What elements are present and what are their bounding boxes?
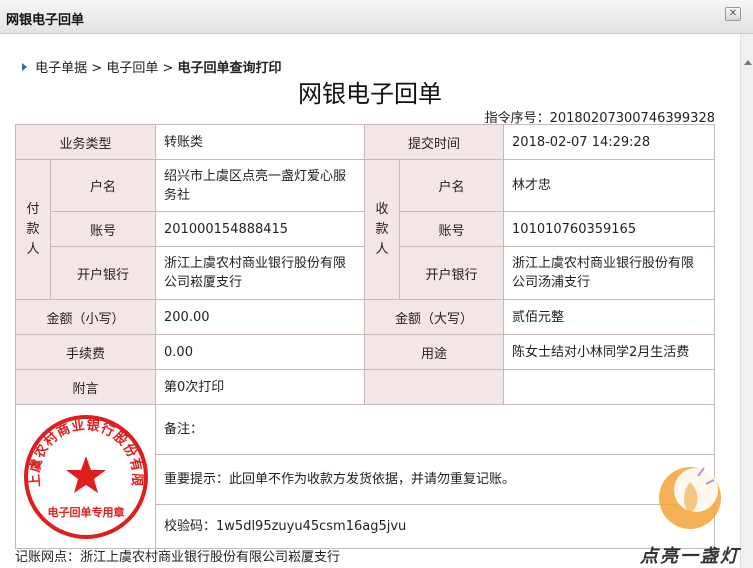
footer-branch: 记账网点：浙江上虞农村商业银行股份有限公司崧厦支行 [15, 550, 341, 565]
window-title: 网银电子回单 [6, 13, 85, 28]
amount-small-label: 金额（小写） [14, 299, 157, 335]
submit-time-value: 2018-02-07 14:29:28 [503, 124, 716, 160]
payee-account-label: 账号 [399, 211, 505, 247]
window-titlebar: 网银电子回单 ✕ [0, 0, 753, 34]
empty-label-cell [364, 369, 505, 405]
fee-value: 0.00 [155, 334, 366, 370]
fee-label: 手续费 [14, 334, 157, 370]
close-icon[interactable]: ✕ [725, 7, 741, 21]
purpose-label: 用途 [364, 334, 505, 370]
payer-bank-value: 浙江上虞农村商业银行股份有限公司崧厦支行 [155, 246, 366, 300]
amount-big-label: 金额（大写） [364, 299, 505, 335]
checksum: 校验码：1w5dl95zuyu45csm16ag5jvu [164, 519, 407, 534]
seal-star-icon [65, 455, 106, 493]
business-type-label: 业务类型 [14, 124, 157, 160]
payee-group-label: 收款人 [375, 201, 389, 257]
payer-name-label: 户名 [49, 159, 157, 212]
bank-seal: 浙江上虞农村商业银行股份有限公司 电子回单专用章 [17, 408, 148, 539]
notice-row: 重要提示：此回单不作为收款方发货依据，并请勿重复记账。 [155, 454, 716, 505]
seal-bottom-text: 电子回单专用章 [47, 505, 124, 519]
breadcrumb-arrow-icon [22, 63, 27, 71]
payee-account-value: 101010760359165 [503, 211, 716, 247]
important-notice: 重要提示：此回单不作为收款方发货依据，并请勿重复记账。 [164, 472, 516, 487]
business-type-value: 转账类 [155, 124, 366, 160]
submit-time-label: 提交时间 [364, 124, 505, 160]
watermark-text: 点亮一盏灯 [640, 546, 740, 567]
payer-group-label: 付款人 [26, 201, 40, 257]
payee-name-label: 户名 [399, 159, 505, 212]
payer-account-label: 账号 [49, 211, 157, 247]
note-row: 备注： [155, 404, 716, 455]
purpose-value: 陈女士结对小林同学2月生活费 [503, 334, 716, 370]
payer-bank-label: 开户银行 [49, 246, 157, 300]
note-label: 备注： [164, 422, 204, 437]
payee-bank-label: 开户银行 [399, 246, 505, 300]
vertical-scrollbar[interactable] [740, 34, 753, 568]
empty-value-cell [503, 369, 716, 405]
receipt-table: 业务类型 转账类 提交时间 2018-02-07 14:29:28 付款人 户名… [14, 124, 716, 549]
payee-bank-value: 浙江上虞农村商业银行股份有限公司汤浦支行 [503, 246, 716, 300]
watermark-logo: 点亮一盏灯 [640, 462, 740, 568]
checksum-row: 校验码：1w5dl95zuyu45csm16ag5jvu [155, 504, 716, 549]
seal-cell: 浙江上虞农村商业银行股份有限公司 电子回单专用章 [14, 404, 157, 549]
remark-label: 附言 [14, 369, 157, 405]
amount-small-value: 200.00 [155, 299, 366, 335]
lamp-logo-icon [659, 467, 721, 529]
receipt-title: 网银电子回单 [298, 80, 442, 108]
amount-big-value: 贰佰元整 [503, 299, 716, 335]
remark-value: 第0次打印 [155, 369, 366, 405]
payee-name-value: 林才忠 [503, 159, 716, 212]
payer-account-value: 201000154888415 [155, 211, 366, 247]
scroll-up-icon[interactable] [744, 60, 752, 65]
payer-name-value: 绍兴市上虞区点亮一盏灯爱心服务社 [155, 159, 366, 212]
